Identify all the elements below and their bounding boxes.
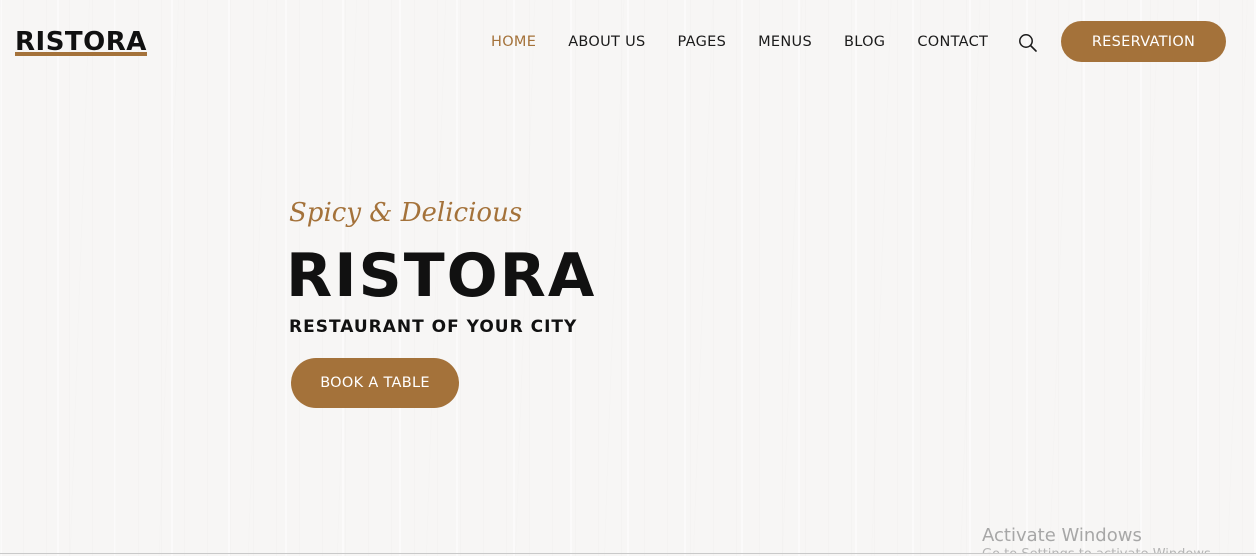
hero-subtitle: RESTAURANT OF YOUR CITY	[289, 317, 578, 337]
activate-windows-title: Activate Windows	[982, 525, 1142, 546]
nav-item-contact[interactable]: CONTACT	[917, 31, 988, 53]
reservation-button[interactable]: RESERVATION	[1061, 21, 1226, 62]
logo-text: RISTORA	[15, 27, 147, 57]
main-nav: HOME ABOUT US PAGES MENUS BLOG CONTACT	[491, 31, 988, 53]
search-icon[interactable]	[1018, 33, 1038, 53]
nav-item-home[interactable]: HOME	[491, 31, 536, 53]
hero-tagline: Spicy & Delicious	[289, 198, 523, 228]
logo[interactable]: RISTORA	[15, 27, 147, 57]
book-table-button[interactable]: BOOK A TABLE	[291, 358, 459, 408]
nav-item-blog[interactable]: BLOG	[844, 31, 885, 53]
window-bottom-border	[0, 553, 1256, 554]
hero-title: RISTORA	[286, 241, 597, 311]
nav-item-pages[interactable]: PAGES	[678, 31, 727, 53]
nav-item-menus[interactable]: MENUS	[758, 31, 812, 53]
nav-item-about-us[interactable]: ABOUT US	[568, 31, 645, 53]
